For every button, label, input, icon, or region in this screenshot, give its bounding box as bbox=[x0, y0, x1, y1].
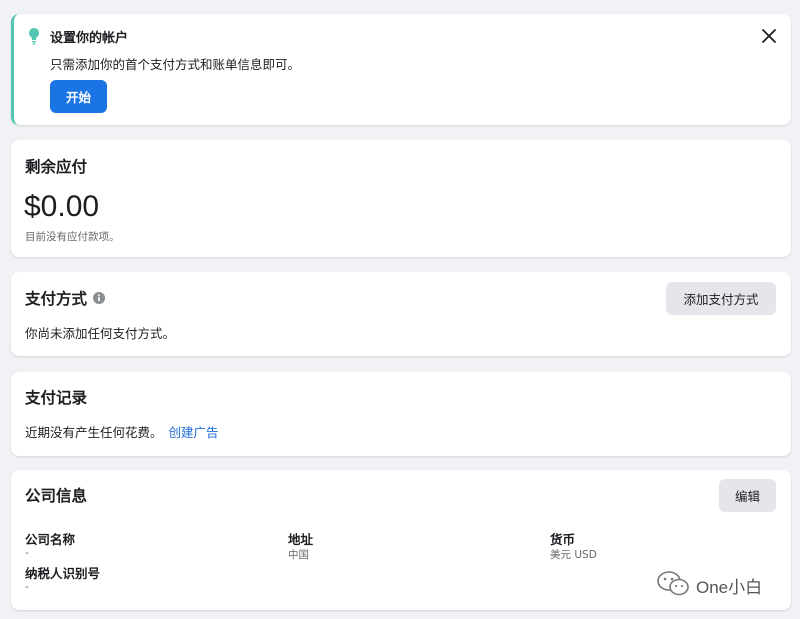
address-value: 中国 bbox=[288, 549, 309, 561]
payment-history-text: 近期没有产生任何花费。 创建广告 bbox=[25, 422, 219, 441]
watermark: One小白 bbox=[654, 568, 774, 600]
payment-history-empty-text: 近期没有产生任何花费。 bbox=[25, 425, 163, 440]
wechat-icon bbox=[657, 571, 689, 596]
create-ad-link[interactable]: 创建广告 bbox=[169, 425, 219, 440]
tax-id-label: 纳税人识别号 bbox=[25, 566, 101, 581]
balance-due-card: 剩余应付 $0.00 目前没有应付款项。 bbox=[11, 140, 791, 257]
setup-account-banner: 设置你的帐户 只需添加你的首个支付方式和账单信息即可。 开始 bbox=[11, 14, 791, 125]
tax-id-value: - bbox=[25, 581, 29, 593]
payment-history-title: 支付记录 bbox=[25, 389, 88, 407]
banner-description: 只需添加你的首个支付方式和账单信息即可。 bbox=[50, 57, 301, 72]
add-payment-method-button[interactable]: 添加支付方式 bbox=[666, 282, 776, 315]
balance-amount: $0.00 bbox=[24, 190, 100, 223]
edit-button[interactable]: 编辑 bbox=[719, 479, 776, 512]
company-name-label: 公司名称 bbox=[25, 532, 76, 547]
watermark-text: One小白 bbox=[696, 578, 763, 597]
balance-title: 剩余应付 bbox=[25, 158, 88, 176]
banner-title: 设置你的帐户 bbox=[50, 31, 129, 46]
payment-history-card: 支付记录 近期没有产生任何花费。 创建广告 bbox=[11, 372, 791, 456]
currency-value: 美元 USD bbox=[550, 549, 597, 561]
payment-method-card: 支付方式 添加支付方式 你尚未添加任何支付方式。 bbox=[11, 272, 791, 356]
address-label: 地址 bbox=[288, 532, 314, 547]
close-icon[interactable] bbox=[759, 26, 779, 46]
balance-note: 目前没有应付款项。 bbox=[25, 231, 120, 243]
payment-method-empty-text: 你尚未添加任何支付方式。 bbox=[25, 326, 176, 341]
payment-method-title: 支付方式 bbox=[25, 290, 88, 308]
start-button[interactable]: 开始 bbox=[50, 80, 107, 113]
business-info-title: 公司信息 bbox=[25, 487, 88, 505]
currency-label: 货币 bbox=[550, 532, 576, 547]
info-icon[interactable] bbox=[93, 292, 105, 304]
lightbulb-icon bbox=[29, 28, 39, 45]
company-name-value: - bbox=[25, 547, 29, 559]
